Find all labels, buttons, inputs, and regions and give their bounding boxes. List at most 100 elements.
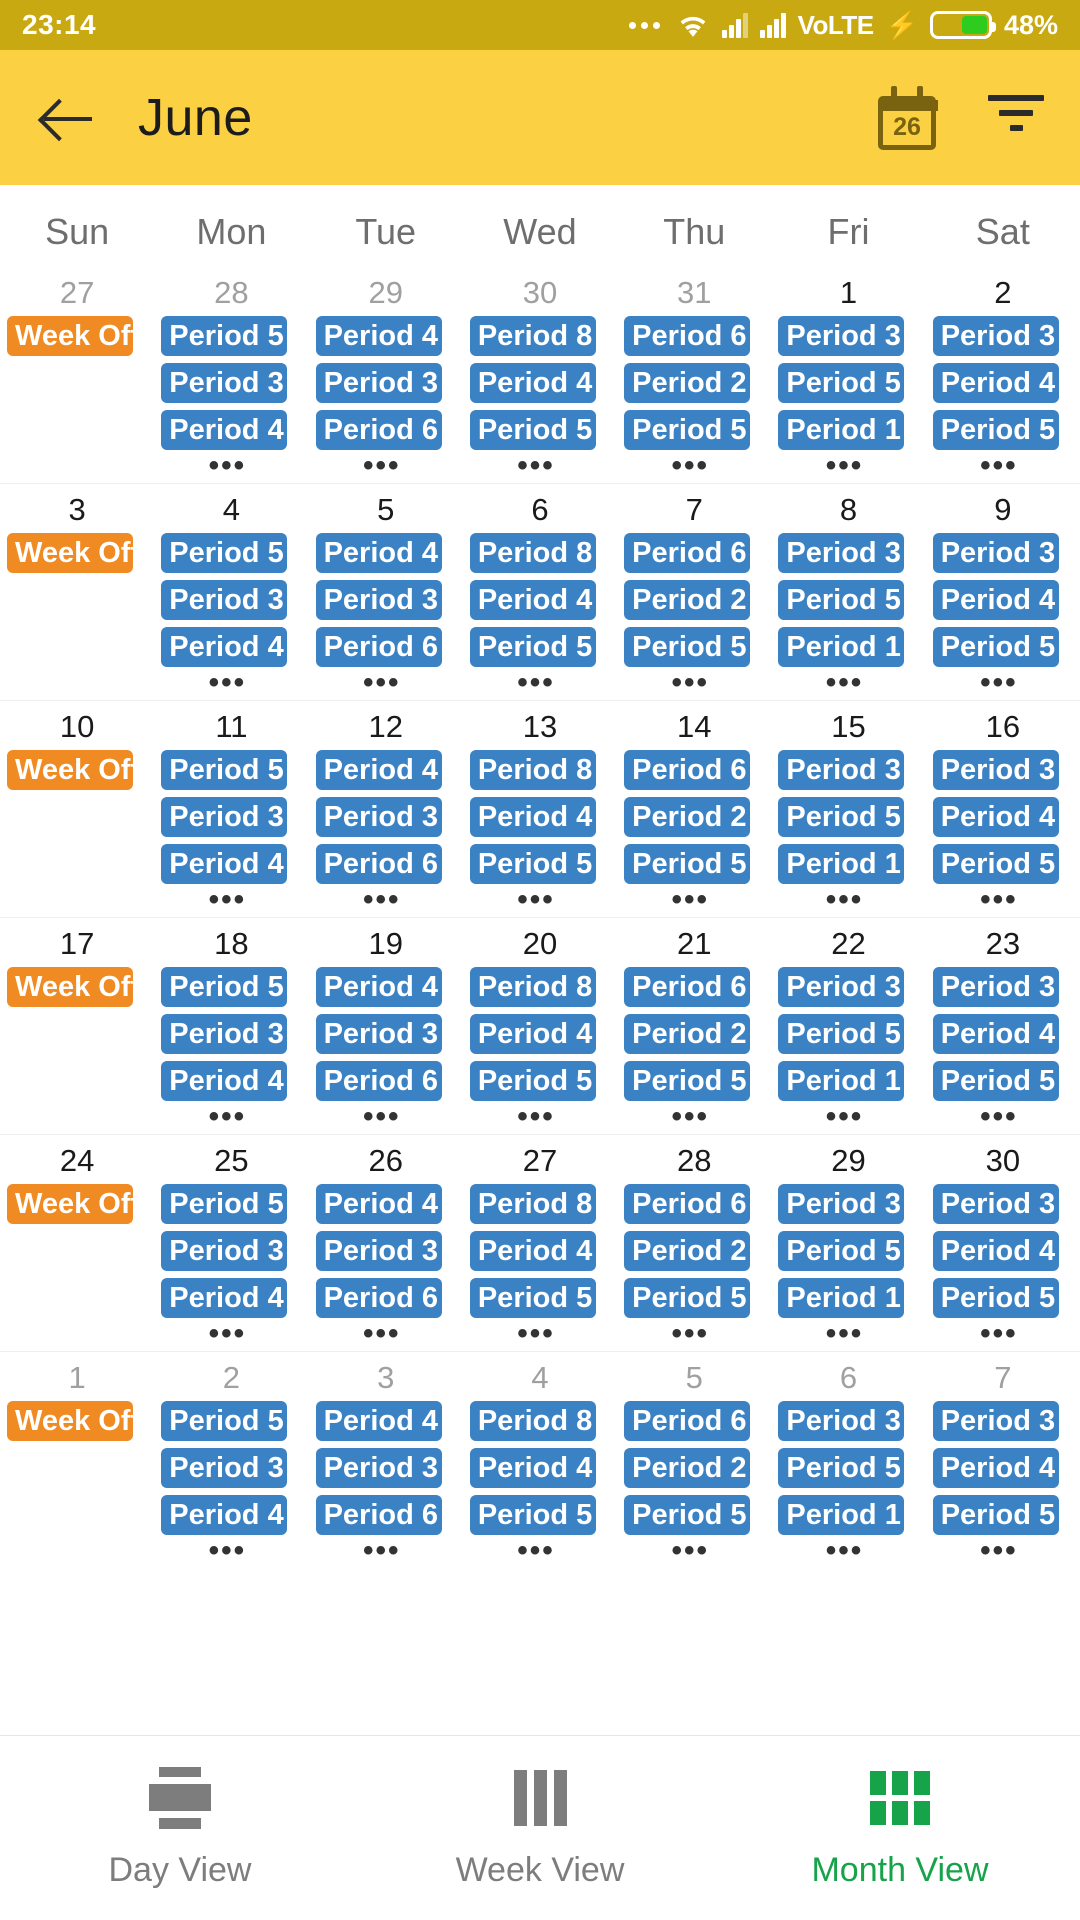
more-events-indicator[interactable]: ••• [771,1319,925,1351]
period-event-chip[interactable]: Period 5 S [161,533,288,573]
more-events-indicator[interactable]: ••• [926,451,1080,483]
more-events-indicator[interactable]: ••• [463,1319,617,1351]
period-event-chip[interactable]: Period 5 H [778,1014,905,1054]
calendar-day-cell[interactable]: 5 Period 6 M Period 2 S Period 5 C••• [617,1358,771,1568]
period-event-chip[interactable]: Period 5 S [932,410,1059,450]
period-event-chip[interactable]: Period 4 E [161,1061,288,1101]
period-event-chip[interactable]: Period 4 H [469,1231,596,1271]
more-events-indicator[interactable]: ••• [309,1536,463,1568]
period-event-chip[interactable]: Period 4 H [469,1448,596,1488]
more-events-indicator[interactable]: ••• [617,1536,771,1568]
more-events-indicator[interactable]: ••• [309,1319,463,1351]
period-event-chip[interactable]: Period 4 H [469,363,596,403]
period-event-chip[interactable]: Period 8 E [469,533,596,573]
period-event-chip[interactable]: Period 3 H [778,750,905,790]
period-event-chip[interactable]: Period 3 M [315,797,442,837]
calendar-day-cell[interactable]: 7 Period 3 C Period 4 H Period 5 S••• [926,1358,1080,1568]
period-event-chip[interactable]: Period 2 S [624,363,751,403]
calendar-day-cell[interactable]: 15 Period 3 H Period 5 H Period 1 E••• [771,707,925,917]
period-event-chip[interactable]: Period 6 C [315,1061,442,1101]
period-event-chip[interactable]: Period 4 H [315,533,442,573]
calendar-day-cell[interactable]: 11 Period 5 S Period 3 H Period 4 E••• [154,707,308,917]
period-event-chip[interactable]: Period 6 C [315,627,442,667]
calendar-day-cell[interactable]: 8 Period 3 H Period 5 H Period 1 E••• [771,490,925,700]
period-event-chip[interactable]: Period 3 H [778,1184,905,1224]
period-event-chip[interactable]: Period 5 S [932,844,1059,884]
period-event-chip[interactable]: Period 4 H [932,1231,1059,1271]
period-event-chip[interactable]: Period 1 E [778,844,905,884]
period-event-chip[interactable]: Period 5 S [932,627,1059,667]
calendar-day-cell[interactable]: 28 Period 6 M Period 2 S Period 5 C••• [617,1141,771,1351]
period-event-chip[interactable]: Period 3 M [315,363,442,403]
period-event-chip[interactable]: Period 8 E [469,1401,596,1441]
calendar-day-cell[interactable]: 29 Period 3 H Period 5 H Period 1 E••• [771,1141,925,1351]
period-event-chip[interactable]: Period 5 S [161,316,288,356]
period-event-chip[interactable]: Period 5 S [161,967,288,1007]
calendar-day-cell[interactable]: 4 Period 5 S Period 3 H Period 4 E••• [154,490,308,700]
more-events-indicator[interactable]: ••• [771,885,925,917]
calendar-day-cell[interactable]: 30 Period 3 C Period 4 H Period 5 S••• [926,1141,1080,1351]
period-event-chip[interactable]: Period 3 C [932,316,1059,356]
calendar-day-cell[interactable]: 1 Period 3 H Period 5 H Period 1 E••• [771,273,925,483]
period-event-chip[interactable]: Period 3 H [778,533,905,573]
calendar-day-cell[interactable]: 26 Period 4 H Period 3 M Period 6 C••• [309,1141,463,1351]
period-event-chip[interactable]: Period 5 C [624,1061,751,1101]
calendar-today-icon[interactable]: 26 [878,85,938,150]
week-off-chip[interactable]: Week Off [7,316,133,356]
period-event-chip[interactable]: Period 4 H [932,797,1059,837]
period-event-chip[interactable]: Period 5 H [778,1448,905,1488]
more-events-indicator[interactable]: ••• [617,451,771,483]
period-event-chip[interactable]: Period 4 H [315,1184,442,1224]
more-events-indicator[interactable]: ••• [926,1536,1080,1568]
period-event-chip[interactable]: Period 3 C [932,533,1059,573]
calendar-day-cell[interactable]: 2 Period 5 S Period 3 H Period 4 E••• [154,1358,308,1568]
period-event-chip[interactable]: Period 4 E [161,1495,288,1535]
period-event-chip[interactable]: Period 3 H [161,797,288,837]
period-event-chip[interactable]: Period 3 M [315,1231,442,1271]
week-off-chip[interactable]: Week Off [7,1401,133,1441]
period-event-chip[interactable]: Period 5 H [469,1278,596,1318]
period-event-chip[interactable]: Period 5 H [778,1231,905,1271]
week-off-chip[interactable]: Week Off [7,750,133,790]
period-event-chip[interactable]: Period 1 E [778,1278,905,1318]
calendar-day-cell[interactable]: 27 Period 8 E Period 4 H Period 5 H••• [463,1141,617,1351]
calendar-day-cell[interactable]: 4 Period 8 E Period 4 H Period 5 H••• [463,1358,617,1568]
period-event-chip[interactable]: Period 5 H [469,410,596,450]
period-event-chip[interactable]: Period 6 M [624,533,751,573]
period-event-chip[interactable]: Period 3 H [778,1401,905,1441]
calendar-day-cell[interactable]: 30 Period 8 E Period 4 H Period 5 H••• [463,273,617,483]
calendar-day-cell[interactable]: 12 Period 4 H Period 3 M Period 6 C••• [309,707,463,917]
period-event-chip[interactable]: Period 8 E [469,967,596,1007]
period-event-chip[interactable]: Period 4 H [469,797,596,837]
period-event-chip[interactable]: Period 4 H [469,1014,596,1054]
period-event-chip[interactable]: Period 3 M [315,1014,442,1054]
period-event-chip[interactable]: Period 6 C [315,1278,442,1318]
more-events-indicator[interactable]: ••• [771,668,925,700]
period-event-chip[interactable]: Period 6 M [624,316,751,356]
period-event-chip[interactable]: Period 5 H [469,627,596,667]
period-event-chip[interactable]: Period 5 H [778,797,905,837]
period-event-chip[interactable]: Period 4 H [932,1014,1059,1054]
period-event-chip[interactable]: Period 4 E [161,410,288,450]
more-events-indicator[interactable]: ••• [154,1102,308,1134]
period-event-chip[interactable]: Period 4 H [469,580,596,620]
period-event-chip[interactable]: Period 5 H [469,1061,596,1101]
more-events-indicator[interactable]: ••• [617,885,771,917]
period-event-chip[interactable]: Period 3 C [932,750,1059,790]
calendar-day-cell[interactable]: 31 Period 6 M Period 2 S Period 5 C••• [617,273,771,483]
period-event-chip[interactable]: Period 5 S [932,1495,1059,1535]
more-events-indicator[interactable]: ••• [154,1319,308,1351]
calendar-day-cell[interactable]: 27Week Off••• [0,273,154,483]
period-event-chip[interactable]: Period 3 M [315,580,442,620]
period-event-chip[interactable]: Period 3 M [315,1448,442,1488]
calendar-day-cell[interactable]: 3 Period 4 H Period 3 M Period 6 C••• [309,1358,463,1568]
calendar-day-cell[interactable]: 1Week Off••• [0,1358,154,1568]
period-event-chip[interactable]: Period 5 C [624,627,751,667]
period-event-chip[interactable]: Period 2 S [624,1231,751,1271]
more-events-indicator[interactable]: ••• [926,1102,1080,1134]
calendar-day-cell[interactable]: 19 Period 4 H Period 3 M Period 6 C••• [309,924,463,1134]
period-event-chip[interactable]: Period 4 H [315,1401,442,1441]
calendar-day-cell[interactable]: 7 Period 6 M Period 2 S Period 5 C••• [617,490,771,700]
period-event-chip[interactable]: Period 5 C [624,410,751,450]
period-event-chip[interactable]: Period 3 H [161,580,288,620]
